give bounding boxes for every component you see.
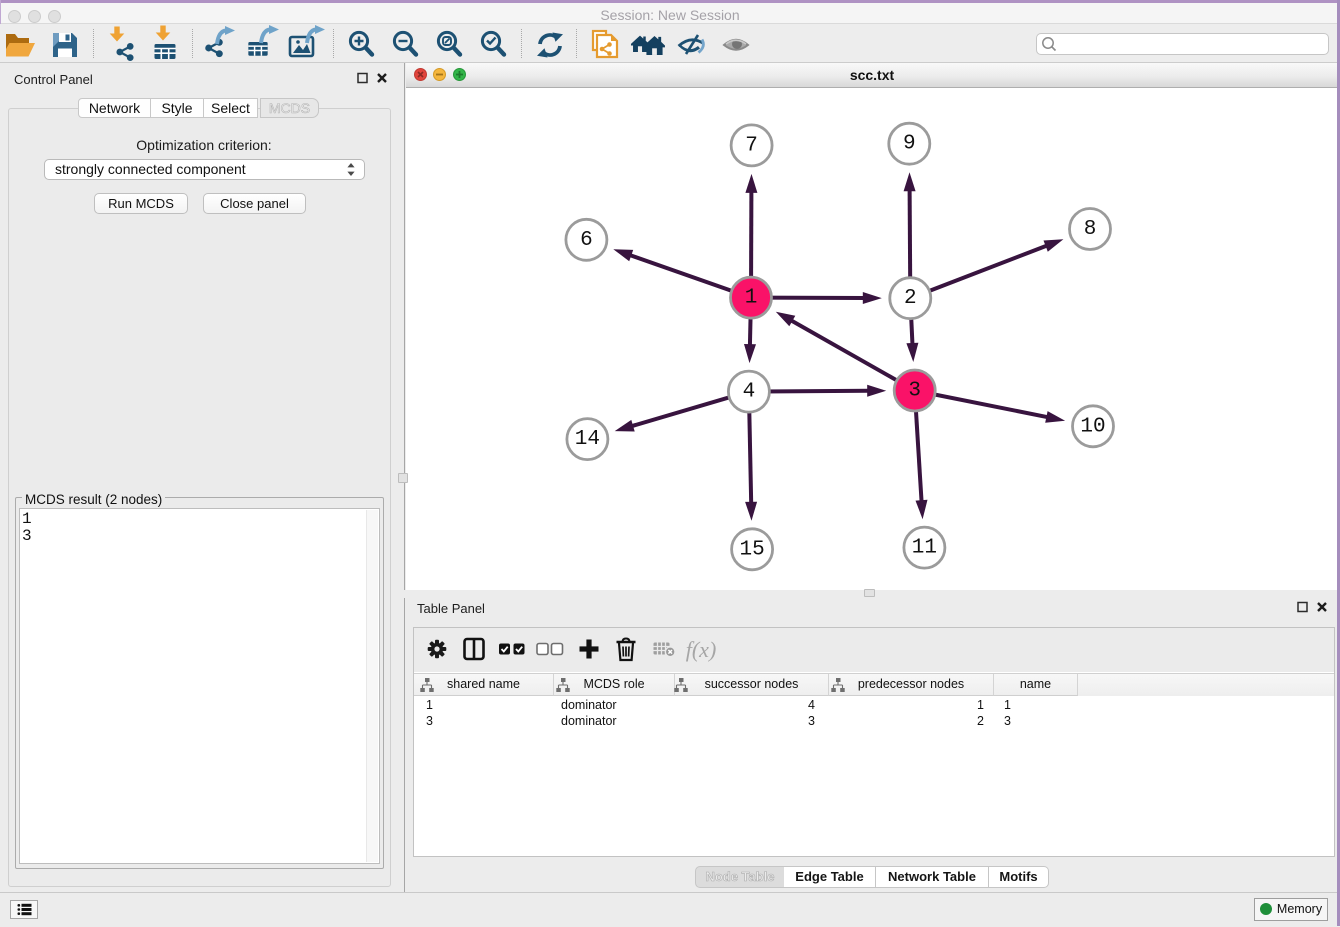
svg-text:10: 10	[1080, 415, 1105, 438]
svg-text:8: 8	[1084, 218, 1097, 241]
svg-text:15: 15	[739, 538, 764, 561]
svg-text:4: 4	[743, 381, 756, 404]
svg-text:7: 7	[745, 134, 758, 157]
svg-text:14: 14	[575, 428, 600, 451]
svg-text:11: 11	[912, 537, 937, 560]
svg-text:3: 3	[908, 380, 921, 403]
svg-text:9: 9	[903, 133, 916, 156]
svg-text:1: 1	[745, 287, 758, 310]
svg-text:f(x): f(x)	[686, 637, 717, 662]
svg-text:2: 2	[904, 287, 917, 310]
svg-text:6: 6	[580, 229, 593, 252]
